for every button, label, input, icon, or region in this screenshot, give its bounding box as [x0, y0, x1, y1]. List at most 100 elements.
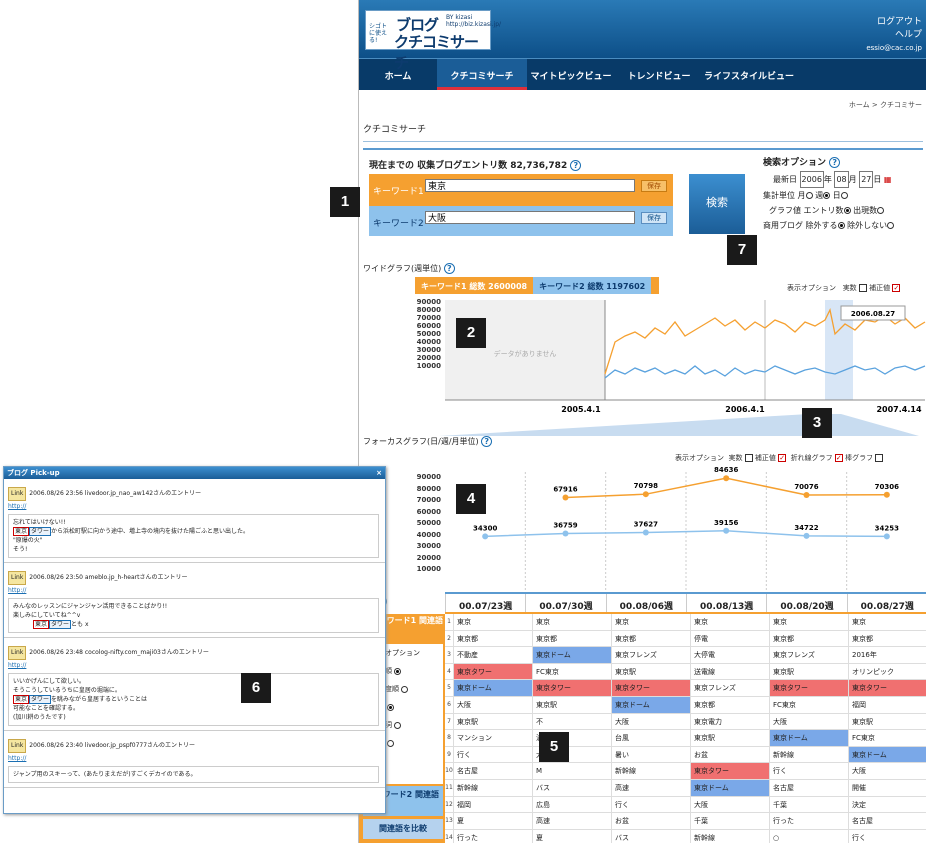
unit-month-radio[interactable]	[805, 192, 813, 199]
table-cell[interactable]: 東京ドーム	[769, 730, 848, 746]
table-cell[interactable]: 大阪	[848, 763, 926, 779]
table-cell[interactable]: 台風	[611, 730, 690, 746]
site-logo[interactable]: シゴトに使える! ブログ BY kizasi http://biz.kizasi…	[365, 10, 501, 72]
table-cell[interactable]: 東京駅	[690, 730, 769, 746]
table-cell[interactable]: 開催	[848, 779, 926, 796]
table-cell[interactable]: 東京ドーム	[532, 647, 611, 663]
focus-data-point[interactable]	[723, 527, 730, 534]
calendar-icon[interactable]: ▦	[884, 175, 892, 184]
table-cell[interactable]: 東京	[453, 614, 532, 630]
table-cell[interactable]: 大停電	[690, 647, 769, 663]
table-cell[interactable]: お盆	[611, 813, 690, 829]
table-cell[interactable]: 福岡	[453, 796, 532, 813]
table-cell[interactable]: 東京フレンズ	[769, 647, 848, 663]
focus-actual-checkbox[interactable]	[744, 454, 753, 462]
table-cell[interactable]: 高速	[611, 779, 690, 796]
week-column-header[interactable]: 00.08/13週	[685, 594, 766, 612]
table-cell[interactable]: 不動産	[453, 647, 532, 663]
table-cell[interactable]: 東京タワー	[532, 680, 611, 696]
opt-appearance-radio[interactable]	[394, 667, 402, 675]
table-cell[interactable]: 名古屋	[453, 763, 532, 779]
focus-data-point[interactable]	[883, 533, 890, 540]
focus-line-checkbox[interactable]: ✓	[834, 454, 843, 462]
day-input[interactable]: 27	[859, 171, 874, 188]
value-occur-radio[interactable]	[877, 207, 885, 214]
wide-actual-checkbox[interactable]	[858, 284, 867, 292]
breadcrumb[interactable]: ホーム > クチコミサー	[849, 100, 922, 110]
focus-data-point[interactable]	[723, 475, 730, 482]
entry-link-button[interactable]: Link	[8, 571, 27, 585]
table-cell[interactable]: FC東京	[769, 696, 848, 713]
table-cell[interactable]: 東京駅	[453, 713, 532, 730]
table-cell[interactable]: 行った	[769, 813, 848, 829]
focus-data-point[interactable]	[642, 529, 649, 536]
blog-exclude-radio[interactable]	[837, 222, 845, 229]
value-entries-radio[interactable]	[843, 207, 851, 214]
focus-data-point[interactable]	[803, 492, 810, 499]
year-input[interactable]: 2006	[799, 171, 824, 188]
table-cell[interactable]: バス	[532, 779, 611, 796]
entry-url[interactable]: http://	[8, 501, 379, 512]
table-cell[interactable]: 新幹線	[690, 829, 769, 843]
table-cell[interactable]: バス	[611, 829, 690, 843]
entry-link-button[interactable]: Link	[8, 646, 27, 660]
table-cell[interactable]: 暑い	[611, 746, 690, 763]
table-cell[interactable]: 不	[532, 713, 611, 730]
table-cell[interactable]: 大阪	[690, 796, 769, 813]
table-cell[interactable]: 夏	[453, 813, 532, 829]
help-icon[interactable]: ?	[481, 436, 493, 447]
focus-data-point[interactable]	[562, 530, 569, 537]
table-cell[interactable]: 大阪	[769, 713, 848, 730]
table-cell[interactable]: 新幹線	[453, 779, 532, 796]
table-cell[interactable]: 東京タワー	[453, 663, 532, 680]
table-cell[interactable]: 千葉	[769, 796, 848, 813]
table-cell[interactable]: 東京都	[453, 630, 532, 647]
table-cell[interactable]: 東京タワー	[848, 680, 926, 696]
table-cell[interactable]: マンション	[453, 730, 532, 746]
table-cell[interactable]: 高速	[532, 813, 611, 829]
keyword2-input[interactable]	[425, 211, 635, 224]
table-cell[interactable]: 東京ドーム	[453, 680, 532, 696]
nav-trend[interactable]: トレンドビュー	[615, 59, 703, 90]
opt-verb-radio[interactable]	[387, 739, 395, 747]
week-column-header[interactable]: 00.08/20週	[766, 594, 846, 612]
table-cell[interactable]: 東京駅	[532, 696, 611, 713]
table-cell[interactable]: 大阪	[611, 713, 690, 730]
table-cell[interactable]: 東京	[532, 614, 611, 630]
entry-url[interactable]: http://	[8, 585, 379, 596]
table-cell[interactable]: 東京タワー	[611, 680, 690, 696]
table-cell[interactable]: 行く	[453, 746, 532, 763]
table-cell[interactable]: 東京駅	[848, 713, 926, 730]
table-cell[interactable]: 行く	[848, 829, 926, 843]
table-cell[interactable]: 決定	[848, 796, 926, 813]
table-cell[interactable]: FC東京	[848, 730, 926, 746]
logout-link[interactable]: ログアウト	[866, 16, 922, 29]
week-column-header[interactable]: 00.07/23週	[445, 594, 525, 612]
week-column-header[interactable]: 00.07/30週	[525, 594, 605, 612]
table-cell[interactable]: 夏	[532, 829, 611, 843]
table-cell[interactable]: 東京	[690, 614, 769, 630]
table-cell[interactable]: M	[532, 763, 611, 779]
table-cell[interactable]: 東京都	[690, 696, 769, 713]
table-cell[interactable]: お盆	[690, 746, 769, 763]
blog-include-radio[interactable]	[887, 222, 895, 229]
table-cell[interactable]: 東京	[611, 614, 690, 630]
wide-corrected-checkbox[interactable]: ✓	[892, 284, 901, 292]
unit-week-radio[interactable]	[823, 192, 831, 199]
table-cell[interactable]: 東京ドーム	[848, 746, 926, 763]
nav-my-topic[interactable]: マイトピックビュー	[527, 59, 615, 90]
compare-button[interactable]: 関連語を比較	[363, 819, 443, 839]
table-cell[interactable]: 東京フレンズ	[690, 680, 769, 696]
table-cell[interactable]: オリンピック	[848, 663, 926, 680]
table-cell[interactable]: 東京都	[769, 630, 848, 647]
week-column-header[interactable]: 00.08/27週	[846, 594, 926, 612]
table-cell[interactable]: 東京フレンズ	[611, 647, 690, 663]
table-cell[interactable]: 福岡	[848, 696, 926, 713]
opt-relevance-radio[interactable]	[401, 685, 409, 693]
wide-graph[interactable]: 2006.08.27 データがありません 2005.4.1 2006.4.1 2…	[445, 294, 926, 414]
table-cell[interactable]: 2016年	[848, 647, 926, 663]
table-cell[interactable]: 東京	[769, 614, 848, 630]
table-cell[interactable]: 東京駅	[611, 663, 690, 680]
table-cell[interactable]: 東京電力	[690, 713, 769, 730]
week-column-header[interactable]: 00.08/06週	[605, 594, 686, 612]
